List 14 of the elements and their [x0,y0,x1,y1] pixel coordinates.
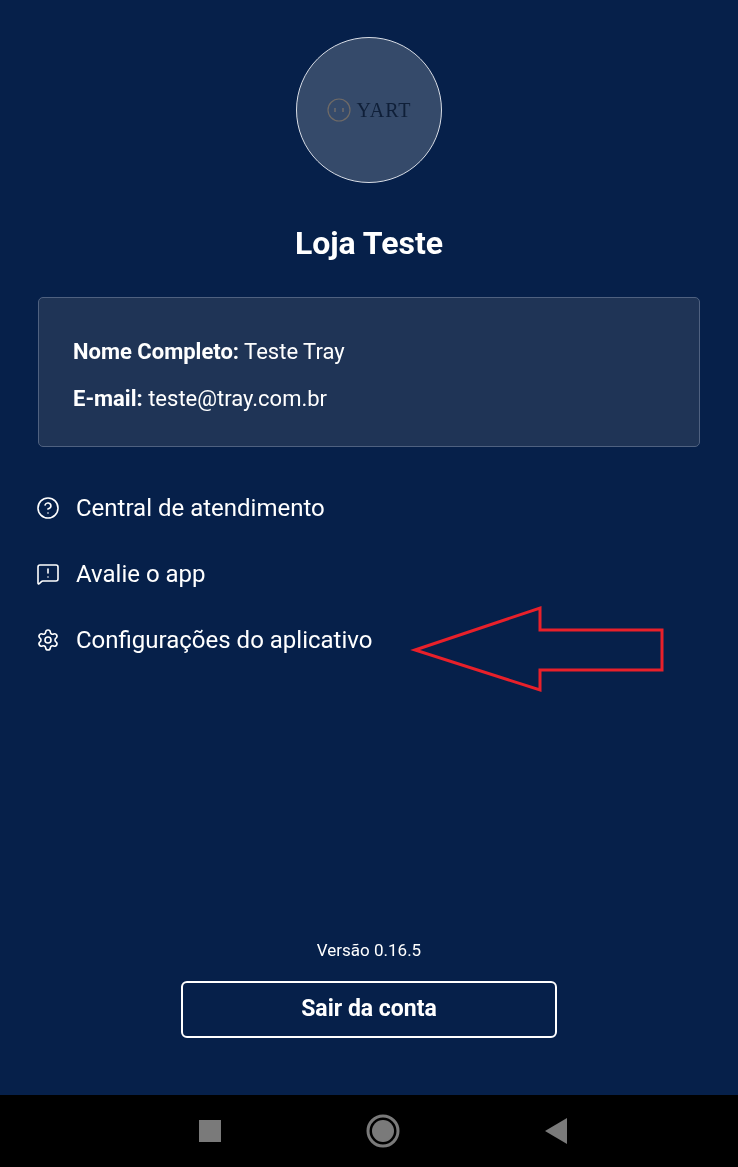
help-icon [36,496,60,520]
menu-item[interactable]: Avalie o app [36,557,373,591]
menu-item[interactable]: Configurações do aplicativo [36,623,373,657]
home-icon[interactable] [366,1114,400,1148]
version-text: Versão 0.16.5 [316,938,422,962]
logo-icon [326,97,353,123]
store-name: Loja Teste [294,223,444,264]
menu-item[interactable]: Central de atendimento [36,491,373,525]
settings-icon [36,628,60,652]
feedback-icon [36,562,60,586]
logout-button[interactable]: Sair da conta [181,981,557,1038]
account-info: E-mail: teste@tray.com.br [73,385,329,413]
account-info: Nome Completo: Teste Tray [73,338,346,366]
back-icon[interactable] [545,1118,567,1144]
